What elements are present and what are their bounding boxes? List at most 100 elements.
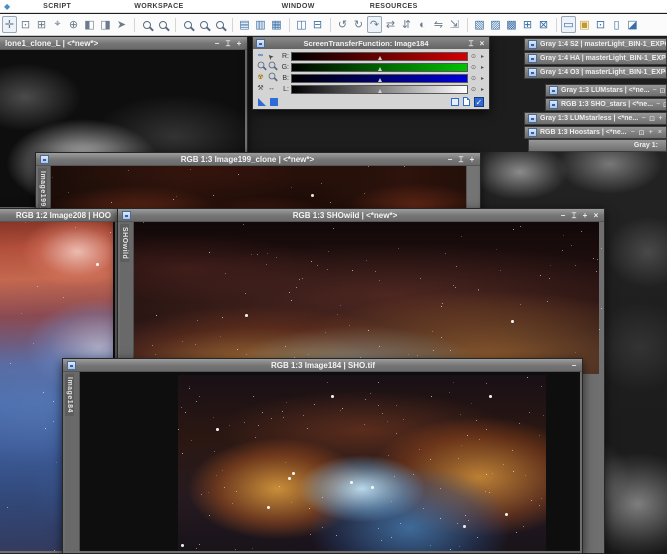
iconize-button[interactable]: − [559,209,567,222]
cascade-windows-icon[interactable]: ▥ [253,16,268,33]
window-icon[interactable] [528,114,537,123]
auto-stretch-icon[interactable]: ☢ [256,73,265,83]
iconized-window-row[interactable]: Gray 1:4 O3 | masterLight_BIN-1_EXPO... [524,66,667,79]
split-vertical-icon[interactable]: ⊟ [310,16,325,33]
flip-horizontal-icon[interactable]: ⇄ [383,16,398,33]
stf-b-gradient-bar[interactable] [291,74,468,83]
select-arrow-icon[interactable]: ➤ [114,16,129,33]
window-icon[interactable] [122,211,131,220]
tile-windows-icon[interactable]: ▤ [237,16,252,33]
window-icon[interactable] [67,361,76,370]
rotate-180-icon[interactable]: ↷ [367,16,382,33]
shade-button[interactable]: ⌶ [457,153,465,166]
zoom-1-1-icon[interactable] [180,16,195,33]
window-icon[interactable] [528,128,537,137]
zoom-button[interactable]: + [468,153,476,166]
window-button[interactable]: ⊡ [639,129,645,137]
window-button[interactable]: − [630,129,636,136]
window-button[interactable]: − [656,101,660,108]
window-icon[interactable] [40,155,49,164]
showild-image[interactable] [134,222,599,374]
window-button[interactable]: + [658,115,663,122]
window-image199-titlebar[interactable]: RGB 1:3 Image199_clone | <*new*> − ⌶ + [36,153,480,166]
stf-window-icon[interactable] [256,39,265,48]
window-button[interactable]: − [653,87,657,94]
flip-vertical-icon[interactable]: ⇵ [399,16,414,33]
zoom-to-fit-icon[interactable]: ⊡ [18,16,33,33]
center-image-icon[interactable]: ⊕ [66,16,81,33]
window-icon[interactable] [549,86,558,95]
midtones-square-icon[interactable] [270,98,278,106]
close-windows-icon[interactable]: ⊠ [536,16,551,33]
zoom-selection-icon[interactable] [212,16,227,33]
stf-close-button[interactable]: × [478,37,486,50]
iconize-button[interactable]: − [446,153,454,166]
zoom-1-1-icon[interactable] [267,72,276,84]
image184-image[interactable] [178,375,546,551]
shade-button[interactable]: ⌶ [570,209,578,222]
iconize-button[interactable]: − [213,37,221,50]
window-showild-titlebar[interactable]: RGB 1:3 SHOwild | <*new*> − ⌶ + × [118,209,604,222]
window-icon[interactable] [528,54,537,63]
image184-side-tab[interactable]: Image184 [65,372,80,551]
stf-r-gradient-bar[interactable] [291,52,468,61]
new-instance-doc-icon[interactable] [463,97,470,106]
menu-window[interactable]: WINDOW [282,3,315,10]
window-button[interactable]: ⊡ [663,101,667,109]
invert-icon[interactable]: ◐ [415,16,430,33]
tile-grid-icon[interactable]: ⊞ [520,16,535,33]
window-image184-titlebar[interactable]: RGB 1:3 Image184 | SHO.tif − [63,359,582,372]
row-menu-icon[interactable]: ▸ [479,86,486,93]
white-point-icon[interactable]: ◨ [98,16,113,33]
image184-viewport[interactable] [80,372,578,551]
readout-mode-icon[interactable]: ◪ [625,16,640,33]
row-menu-icon[interactable]: ▸ [479,75,486,82]
stf-g-gradient-bar[interactable] [291,63,468,72]
shade-button[interactable]: ⌶ [224,37,232,50]
fullscreen-mode-icon[interactable]: ⊡ [593,16,608,33]
window-button[interactable]: ⊡ [649,115,655,123]
iconized-window-row[interactable]: Gray 1:4 S2 | masterLight_BIN-1_EXPOS... [524,38,667,51]
iconized-window-row[interactable]: RGB 1:3 Hoostars | <*ne...−⊡+× [524,126,667,139]
row-readout-icon[interactable]: ⊙ [470,86,477,93]
iconize-windows-icon[interactable]: ▩ [504,16,519,33]
iconized-window-row[interactable]: RGB 1:3 SHO_stars | <*ne...−⊡ [545,98,667,111]
menu-resources[interactable]: RESOURCES [370,3,418,10]
duplicate-window-icon[interactable]: ▨ [488,16,503,33]
expand-windows-icon[interactable]: ▦ [269,16,284,33]
zoom-button[interactable]: + [581,209,589,222]
row-readout-icon[interactable]: ⊙ [470,64,477,71]
float-mode-icon[interactable]: ▯ [609,16,624,33]
row-menu-icon[interactable]: ▸ [479,53,486,60]
edit-stf-icon[interactable]: ⚒ [256,84,265,94]
shrink-view-icon[interactable]: ⇲ [447,16,462,33]
enable-stf-checkbox[interactable]: ✓ [474,97,484,107]
reset-range-icon[interactable]: ↔ [267,84,276,94]
window-button[interactable]: × [657,129,663,136]
split-horizontal-icon[interactable]: ◫ [294,16,309,33]
move-tool-icon[interactable]: ✛ [2,16,17,33]
zoom-fit-view-icon[interactable] [196,16,211,33]
close-button[interactable]: × [592,209,600,222]
iconized-window-row[interactable]: Gray 1:3 LUMstarless | <*ne...−⊡+ [524,112,667,125]
window-button[interactable]: − [641,115,646,122]
zoom-out-icon[interactable] [155,16,170,33]
row-readout-icon[interactable]: ⊙ [470,53,477,60]
window-image208-titlebar[interactable]: RGB 1:2 Image208 | HOO [0,209,117,222]
rotate-ccw-icon[interactable]: ↺ [335,16,350,33]
zoom-in-icon[interactable] [139,16,154,33]
stf-titlebar[interactable]: ScreenTransferFunction: Image184 ⌶ × [253,37,489,49]
window-clone1-titlebar[interactable]: lone1_clone_L | <*new*> − ⌶ + [0,37,247,50]
menu-workspace[interactable]: WORKSPACE [134,3,183,10]
rotate-cw-icon[interactable]: ↻ [351,16,366,33]
window-button[interactable]: + [648,129,654,136]
iconized-window-row[interactable]: Gray 1:4 HA | masterLight_BIN-1_EXPO... [524,52,667,65]
row-readout-icon[interactable]: ⊙ [470,75,477,82]
window-icon[interactable] [528,40,537,49]
window-button[interactable]: ⊡ [660,87,666,95]
black-point-icon[interactable]: ◧ [82,16,97,33]
window-icon[interactable] [549,100,558,109]
zoom-button[interactable]: + [235,37,243,50]
stf-l-gradient-bar[interactable] [291,85,468,94]
new-window-icon[interactable]: ▧ [472,16,487,33]
